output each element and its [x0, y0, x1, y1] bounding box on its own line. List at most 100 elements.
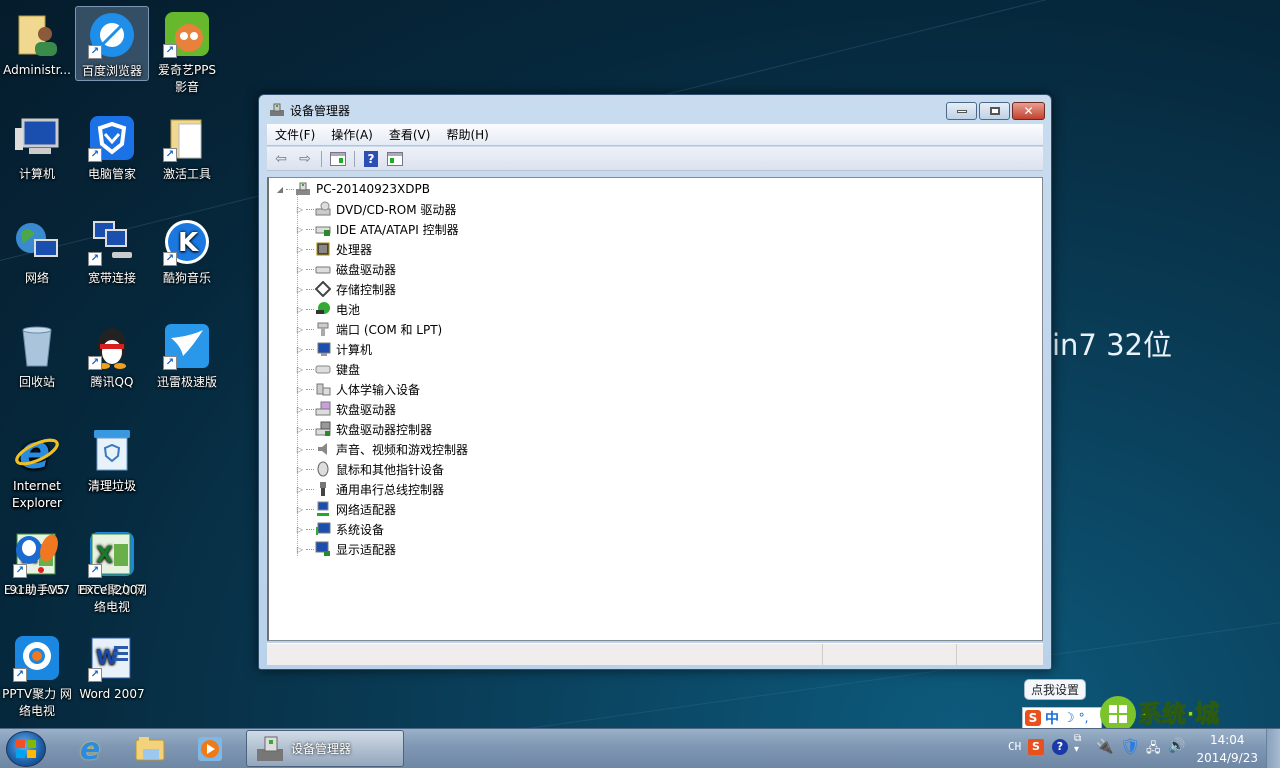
ime-mode[interactable]: 中: [1045, 708, 1059, 728]
tree-node[interactable]: ▷ 电池: [295, 299, 360, 319]
expand-icon[interactable]: ▷: [295, 485, 305, 494]
tree-node[interactable]: ▷ 鼠标和其他指针设备: [295, 459, 444, 479]
network-tray-icon[interactable]: 🖧: [1146, 739, 1161, 761]
tree-node[interactable]: ▷ 系统设备: [295, 519, 384, 539]
expand-icon[interactable]: ▷: [295, 505, 305, 514]
desktop-icon-pptv[interactable]: ↗ PPTV聚力 网络电视: [0, 630, 74, 720]
tree-root[interactable]: ◢ PC-20140923XDPB: [275, 179, 430, 199]
desktop-icon-qq[interactable]: ↗ 腾讯QQ: [75, 318, 149, 391]
expand-icon[interactable]: ▷: [295, 525, 305, 534]
tree-node[interactable]: ▷ 存储控制器: [295, 279, 396, 299]
iqiyi-pps-icon: ↗: [163, 10, 211, 58]
title-bar[interactable]: 设备管理器: [259, 95, 1051, 125]
status-cell: [823, 644, 957, 665]
expand-icon[interactable]: ▷: [295, 225, 305, 234]
show-action-pane-button[interactable]: [385, 150, 405, 168]
desktop-icon-kugou[interactable]: K ↗ 酷狗音乐: [150, 214, 224, 287]
desktop-icon-word[interactable]: W ↗ Word 2007: [75, 630, 149, 703]
show-hidden-icons-arrow[interactable]: ⧉ ▾: [1074, 733, 1081, 755]
sogou-icon[interactable]: S: [1025, 710, 1041, 726]
tree-connector: [306, 488, 314, 490]
desktop-icon-broadband[interactable]: ↗ 宽带连接: [75, 214, 149, 287]
minimize-button[interactable]: [946, 102, 977, 120]
show-desktop-button[interactable]: [1266, 729, 1280, 768]
collapse-icon[interactable]: ◢: [275, 185, 285, 194]
taskbar-media-player-button[interactable]: [184, 732, 236, 766]
power-plug-icon[interactable]: 🔌: [1096, 739, 1113, 755]
desktop-icon-excel[interactable]: X↗ Excel 2007: [75, 526, 149, 599]
taskbar-explorer-button[interactable]: [124, 732, 176, 766]
tree-node[interactable]: ▷ DVD/CD-ROM 驱动器: [295, 199, 456, 219]
tree-node[interactable]: ▷ 磁盘驱动器: [295, 259, 396, 279]
desktop-icon-network[interactable]: 网络: [0, 214, 74, 287]
expand-icon[interactable]: ▷: [295, 445, 305, 454]
desktop-icon-computer[interactable]: 计算机: [0, 110, 74, 183]
expand-icon[interactable]: ▷: [295, 385, 305, 394]
tree-node[interactable]: ▷ IDE ATA/ATAPI 控制器: [295, 219, 459, 239]
desktop-icon-ie[interactable]: e Internet Explorer: [0, 422, 74, 512]
menu-file[interactable]: 文件(F): [267, 126, 323, 143]
tree-node[interactable]: ▷ 软盘驱动器控制器: [295, 419, 432, 439]
desktop-icon-label: 91助手V5: [9, 583, 65, 597]
tree-node[interactable]: ▷ 端口 (COM 和 LPT): [295, 319, 442, 339]
start-button[interactable]: [6, 731, 46, 767]
tree-node[interactable]: ▷ 计算机: [295, 339, 372, 359]
expand-icon[interactable]: ▷: [295, 345, 305, 354]
help-button[interactable]: ?: [361, 150, 381, 168]
desktop-icon-recycle-bin[interactable]: 回收站: [0, 318, 74, 391]
expand-icon[interactable]: ▷: [295, 245, 305, 254]
device-tree[interactable]: ◢ PC-20140923XDPB ▷ DVD/CD-ROM 驱动器 ▷ IDE AT…: [267, 177, 1043, 641]
desktop-icon-91-assistant[interactable]: ↗ 91助手V5: [0, 526, 74, 599]
expand-icon[interactable]: ▷: [295, 285, 305, 294]
pc-manager-tray-icon[interactable]: 🛡: [1120, 737, 1140, 756]
expand-icon[interactable]: ▷: [295, 325, 305, 334]
desktop-icon-folder[interactable]: ↗ 激活工具: [150, 110, 224, 183]
close-button[interactable]: ✕: [1012, 102, 1045, 120]
expand-icon[interactable]: ▷: [295, 305, 305, 314]
shortcut-arrow-icon: ↗: [13, 668, 27, 682]
expand-icon[interactable]: ▷: [295, 425, 305, 434]
clock[interactable]: 14:04 2014/9/23: [1196, 731, 1258, 767]
expand-icon[interactable]: ▷: [295, 405, 305, 414]
show-hide-console-tree-button[interactable]: [328, 150, 348, 168]
desktop-icon-pc-manager[interactable]: ↗ 电脑管家: [75, 110, 149, 183]
pc-manager-icon: ↗: [88, 114, 136, 162]
tree-node[interactable]: ▷ 软盘驱动器: [295, 399, 396, 419]
desktop-icon-iqiyi-pps[interactable]: ↗ 爱奇艺PPS影音: [150, 6, 224, 96]
tree-connector: [306, 308, 314, 310]
expand-icon[interactable]: ▷: [295, 545, 305, 554]
tree-node[interactable]: ▷ 显示适配器: [295, 539, 396, 559]
volume-icon[interactable]: 🔊: [1168, 738, 1185, 754]
expand-icon[interactable]: ▷: [295, 465, 305, 474]
word-icon: W ↗: [88, 634, 136, 682]
punctuation-icon[interactable]: °,: [1079, 711, 1089, 725]
forward-button[interactable]: ⇨: [295, 150, 315, 168]
expand-icon[interactable]: ▷: [295, 265, 305, 274]
desktop-icon-trash-clean[interactable]: 清理垃圾: [75, 422, 149, 495]
menu-help[interactable]: 帮助(H): [438, 126, 496, 143]
sogou-tray-icon[interactable]: S: [1028, 739, 1044, 755]
expand-icon[interactable]: ▷: [295, 205, 305, 214]
taskbar-ie-button[interactable]: e: [64, 732, 116, 767]
tree-node[interactable]: ▷ 处理器: [295, 239, 372, 259]
desktop-icon-user-folder[interactable]: Administr...: [0, 6, 74, 79]
processor-icon: [315, 241, 331, 257]
half-width-icon[interactable]: ☽: [1063, 711, 1075, 726]
desktop-icon-baidu-browser[interactable]: ↗ 百度浏览器: [75, 6, 149, 81]
tree-node[interactable]: ▷ 通用串行总线控制器: [295, 479, 444, 499]
ime-toolbar[interactable]: S 中 ☽ °,: [1022, 707, 1102, 729]
language-indicator[interactable]: CH: [1008, 740, 1021, 753]
back-button[interactable]: ⇦: [271, 150, 291, 168]
menu-action[interactable]: 操作(A): [323, 126, 381, 143]
computer-icon: [315, 341, 331, 357]
menu-view[interactable]: 查看(V): [381, 126, 439, 143]
desktop-icon-xunlei[interactable]: ↗ 迅雷极速版: [150, 318, 224, 391]
taskbar-device-manager-button[interactable]: 设备管理器: [246, 730, 404, 767]
tree-node[interactable]: ▷ 键盘: [295, 359, 360, 379]
tree-node[interactable]: ▷ 人体学输入设备: [295, 379, 420, 399]
tree-node[interactable]: ▷ 网络适配器: [295, 499, 396, 519]
expand-icon[interactable]: ▷: [295, 365, 305, 374]
help-tray-icon[interactable]: ?: [1052, 739, 1068, 755]
tree-node[interactable]: ▷ 声音、视频和游戏控制器: [295, 439, 468, 459]
maximize-button[interactable]: [979, 102, 1010, 120]
